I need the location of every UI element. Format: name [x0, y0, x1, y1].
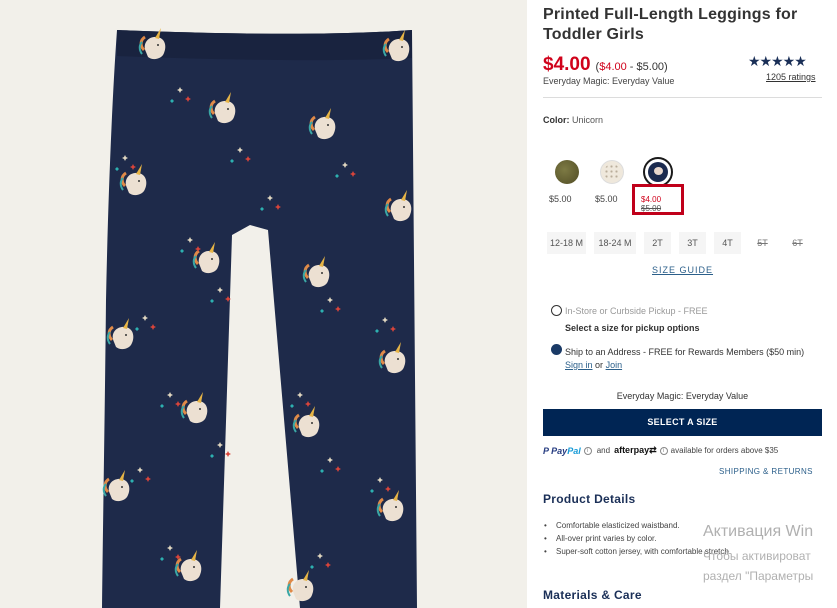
everyday-magic-label: Everyday Magic: Everyday Value — [543, 76, 675, 86]
afterpay-logo: afterpay⇄ — [614, 445, 657, 455]
paypal-info-icon[interactable]: i — [583, 446, 592, 455]
product-title: Printed Full-Length Leggings for Toddler… — [543, 6, 798, 43]
size-button-18-24m[interactable]: 18-24 M — [594, 232, 636, 254]
paypal-icon: P — [543, 445, 552, 456]
size-button-2t[interactable]: 2T — [644, 232, 671, 254]
product-info-panel: Printed Full-Length Leggings for Toddler… — [543, 0, 837, 608]
sign-in-link[interactable]: Sign in — [565, 360, 593, 370]
color-swatch-dots[interactable] — [600, 160, 624, 184]
leggings-photo — [0, 0, 527, 608]
swatch-price-olive: $5.00 — [549, 194, 572, 204]
divider — [543, 97, 822, 98]
pickup-option-label: In-Store or Curbside Pickup - FREE — [565, 306, 708, 316]
everyday-magic-note: Everyday Magic: Everyday Value — [616, 391, 749, 401]
size-button-6t-unavailable[interactable]: 6T — [784, 232, 811, 254]
payment-availability: available for orders above $35 — [670, 446, 779, 455]
highlight-box: $4.00 $5.00 — [632, 184, 684, 215]
product-image — [0, 0, 527, 608]
price-range-low: $4.00 — [599, 61, 627, 73]
list-item: All-over print varies by color. — [543, 532, 823, 545]
size-button-5t-unavailable[interactable]: 5T — [749, 232, 776, 254]
afterpay-arrows-icon: ⇄ — [649, 445, 657, 455]
select-size-button[interactable]: SELECT A SIZE — [543, 409, 822, 436]
pickup-hint: Select a size for pickup options — [565, 323, 700, 333]
size-button-3t[interactable]: 3T — [679, 232, 706, 254]
payment-options: P PayPal i and afterpay⇄ i available for… — [543, 445, 779, 456]
shipping-returns-link[interactable]: SHIPPING & RETURNS — [719, 467, 813, 476]
swatch-sale-price: $4.00 — [641, 195, 662, 204]
size-guide-link[interactable]: SIZE GUIDE — [652, 265, 713, 275]
list-item: Comfortable elasticized waistband. — [543, 519, 823, 532]
size-button-4t[interactable]: 4T — [714, 232, 741, 254]
afterpay-info-icon[interactable]: i — [659, 446, 668, 455]
swatch-original-price: $5.00 — [641, 204, 662, 213]
product-details-heading[interactable]: Product Details — [543, 492, 636, 506]
color-swatch-olive[interactable] — [555, 160, 579, 184]
rating-stars-icon: ★★★★★ — [748, 53, 807, 69]
price-range: ($4.00 - $5.00) — [595, 61, 668, 73]
list-item: Super-soft cotton jersey, with comfortab… — [543, 545, 823, 558]
ship-radio-selected[interactable] — [551, 344, 562, 355]
current-price: $4.00 — [543, 54, 591, 75]
swatch-price-dots: $5.00 — [595, 194, 618, 204]
color-label: Color: Unicorn — [543, 115, 604, 125]
materials-care-heading[interactable]: Materials & Care — [543, 588, 642, 602]
join-link[interactable]: Join — [606, 360, 623, 370]
product-details-list: Comfortable elasticized waistband. All-o… — [543, 519, 823, 558]
paypal-logo: P PayPal — [543, 445, 581, 456]
price-row: $4.00 ($4.00 - $5.00) — [543, 54, 668, 76]
ratings-count-link[interactable]: 1205 ratings — [766, 72, 816, 82]
ship-option-label: Ship to an Address - FREE for Rewards Me… — [565, 347, 805, 370]
unicorn-swatch-icon — [648, 162, 668, 182]
color-swatch-unicorn-selected[interactable] — [643, 157, 673, 187]
size-button-12-18m[interactable]: 12-18 M — [547, 232, 586, 254]
pickup-radio[interactable] — [551, 305, 562, 316]
color-value: Unicorn — [572, 115, 604, 125]
